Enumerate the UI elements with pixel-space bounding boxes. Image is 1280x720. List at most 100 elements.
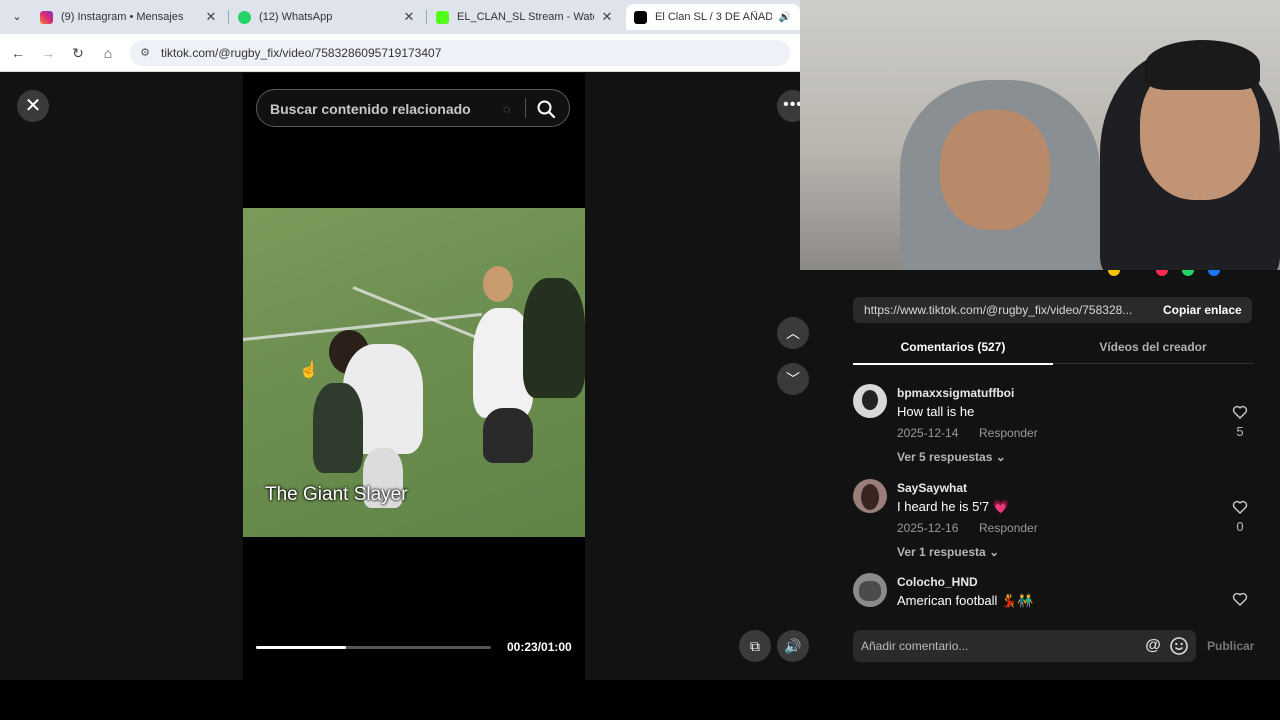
browser-toolbar: ← → ↻ ⌂ ⚙ tiktok.com/@rugby_fix/video/75… [0, 34, 800, 72]
tab-divider [426, 10, 427, 24]
reload-icon[interactable]: ↻ [68, 43, 88, 63]
tab-close-icon[interactable]: ✕ [204, 9, 218, 25]
share-icons-row [828, 270, 1280, 278]
mention-icon[interactable]: @ [1143, 636, 1163, 656]
view-replies-label: Ver 5 respuestas [897, 450, 993, 464]
mouse-cursor-icon: ☝ [299, 362, 319, 379]
volume-button[interactable]: 🔊 [777, 630, 809, 662]
search-icon[interactable] [535, 98, 557, 120]
tab-kick-stream[interactable]: EL_CLAN_SL Stream - Watch Liv ✕ [428, 4, 622, 30]
tab-close-icon[interactable]: ✕ [600, 9, 614, 25]
comment-item: SaySaywhat I heard he is 5'7 💗 2025-12-1… [853, 479, 1253, 569]
share-icon[interactable] [1108, 270, 1120, 276]
defender [313, 383, 363, 473]
forward-icon[interactable]: → [38, 43, 58, 63]
instagram-icon [40, 10, 53, 24]
tab-title: EL_CLAN_SL Stream - Watch Liv [457, 11, 594, 23]
video-time: 00:23/01:00 [507, 640, 572, 654]
avatar[interactable] [853, 479, 887, 513]
comment-username[interactable]: bpmaxxsigmatuffboi [897, 386, 1014, 400]
tab-title: (12) WhatsApp [259, 11, 333, 23]
close-video-button[interactable]: ✕ [17, 90, 49, 122]
comment-placeholder: Añadir comentario... [861, 639, 969, 653]
comment-username[interactable]: SaySaywhat [897, 481, 967, 495]
tab-divider [228, 10, 229, 24]
comment-text: I heard he is 5'7 💗 [897, 499, 1009, 514]
tab-title: (9) Instagram • Mensajes [61, 11, 184, 23]
reply-button[interactable]: Responder [979, 426, 1038, 440]
publish-button[interactable]: Publicar [1207, 639, 1254, 653]
comment-item: Colocho_HND American football 💃👬 [853, 573, 1253, 610]
like-count: 5 [1236, 424, 1244, 439]
url-text: tiktok.com/@rugby_fix/video/758328609571… [161, 46, 442, 60]
video-frame[interactable]: The Giant Slayer ☝ [243, 208, 585, 537]
avatar[interactable] [853, 573, 887, 607]
tab-comments[interactable]: Comentarios (527) [853, 330, 1053, 365]
person-hair [1145, 40, 1260, 90]
view-replies-button[interactable]: Ver 5 respuestas ⌄ [897, 450, 1006, 464]
progress-fill [256, 646, 346, 649]
loading-spinner-icon: ◌ [503, 102, 511, 116]
address-bar[interactable]: ⚙ tiktok.com/@rugby_fix/video/7583286095… [130, 40, 790, 66]
back-icon[interactable]: ← [8, 43, 28, 63]
comment-username[interactable]: Colocho_HND [897, 575, 978, 589]
site-settings-icon[interactable]: ⚙ [138, 46, 152, 60]
view-replies-button[interactable]: Ver 1 respuesta ⌄ [897, 545, 999, 559]
bottom-black-bar [0, 680, 1280, 720]
support-player-head [483, 266, 513, 302]
comment-text: How tall is he [897, 404, 975, 419]
next-video-button[interactable]: ﹀ [777, 363, 809, 395]
share-link-box: https://www.tiktok.com/@rugby_fix/video/… [853, 297, 1252, 323]
copy-link-button[interactable]: Copiar enlace [1153, 297, 1252, 323]
comment-text: American football 💃👬 [897, 593, 1034, 608]
like-heart-icon[interactable] [1232, 591, 1248, 607]
comment-date: 2025-12-16 [897, 521, 959, 535]
avatar[interactable] [853, 384, 887, 418]
comment-list: bpmaxxsigmatuffboi How tall is he 2025-1… [828, 380, 1280, 610]
emoji-icon[interactable] [1169, 636, 1189, 656]
webcam-overlay [800, 0, 1280, 270]
opponent-player [523, 278, 585, 398]
chevron-down-icon: ⌄ [995, 450, 1006, 464]
video-stage: ✕ Buscar contenido relacionado ◌ The Gia… [0, 73, 828, 680]
facebook-share-icon[interactable] [1208, 270, 1220, 276]
home-icon[interactable]: ⌂ [98, 43, 118, 63]
tab-creator-videos[interactable]: Vídeos del creador [1053, 330, 1253, 364]
kick-icon [436, 10, 449, 24]
whatsapp-icon [238, 10, 251, 24]
reply-button[interactable]: Responder [979, 521, 1038, 535]
search-divider [525, 98, 526, 118]
tab-title: El Clan SL / 3 DE AÑADIDO [655, 11, 772, 23]
like-count: 0 [1236, 519, 1244, 534]
tab-tiktok-active[interactable]: El Clan SL / 3 DE AÑADIDO 🔊 [626, 4, 800, 30]
tab-search-chevron-icon[interactable]: ⌄ [6, 8, 28, 26]
chevron-down-icon: ⌄ [989, 545, 1000, 559]
comment-item: bpmaxxsigmatuffboi How tall is he 2025-1… [853, 384, 1253, 474]
like-heart-icon[interactable] [1232, 499, 1248, 515]
share-link-text: https://www.tiktok.com/@rugby_fix/video/… [864, 303, 1133, 317]
browser-tab-bar: ⌄ (9) Instagram • Mensajes ✕ (12) WhatsA… [0, 0, 800, 34]
related-search-input[interactable]: Buscar contenido relacionado ◌ [256, 89, 570, 127]
whatsapp-share-icon[interactable] [1182, 270, 1194, 276]
share-icon[interactable] [1156, 270, 1168, 276]
comments-panel: https://www.tiktok.com/@rugby_fix/video/… [828, 270, 1280, 680]
tab-close-icon[interactable]: ✕ [402, 9, 416, 25]
support-player-socks [483, 408, 533, 463]
screen: ⌄ (9) Instagram • Mensajes ✕ (12) WhatsA… [0, 0, 1280, 720]
video-progress-bar[interactable] [256, 646, 491, 649]
speaker-icon[interactable]: 🔊 [778, 12, 792, 23]
floating-player-button[interactable]: ⧉ [739, 630, 771, 662]
person-face [940, 110, 1050, 230]
like-heart-icon[interactable] [1232, 404, 1248, 420]
video-caption: The Giant Slayer [265, 484, 408, 505]
tab-whatsapp[interactable]: (12) WhatsApp ✕ [230, 4, 424, 30]
comment-input[interactable]: Añadir comentario... @ [853, 630, 1196, 662]
tiktok-icon [634, 10, 647, 24]
video-player: Buscar contenido relacionado ◌ The Giant… [243, 73, 585, 680]
view-replies-label: Ver 1 respuesta [897, 545, 986, 559]
tab-instagram[interactable]: (9) Instagram • Mensajes ✕ [32, 4, 226, 30]
previous-video-button[interactable]: ︿ [777, 317, 809, 349]
search-placeholder: Buscar contenido relacionado [270, 101, 471, 117]
comment-date: 2025-12-14 [897, 426, 959, 440]
panel-tabs: Comentarios (527) Vídeos del creador [853, 330, 1253, 365]
